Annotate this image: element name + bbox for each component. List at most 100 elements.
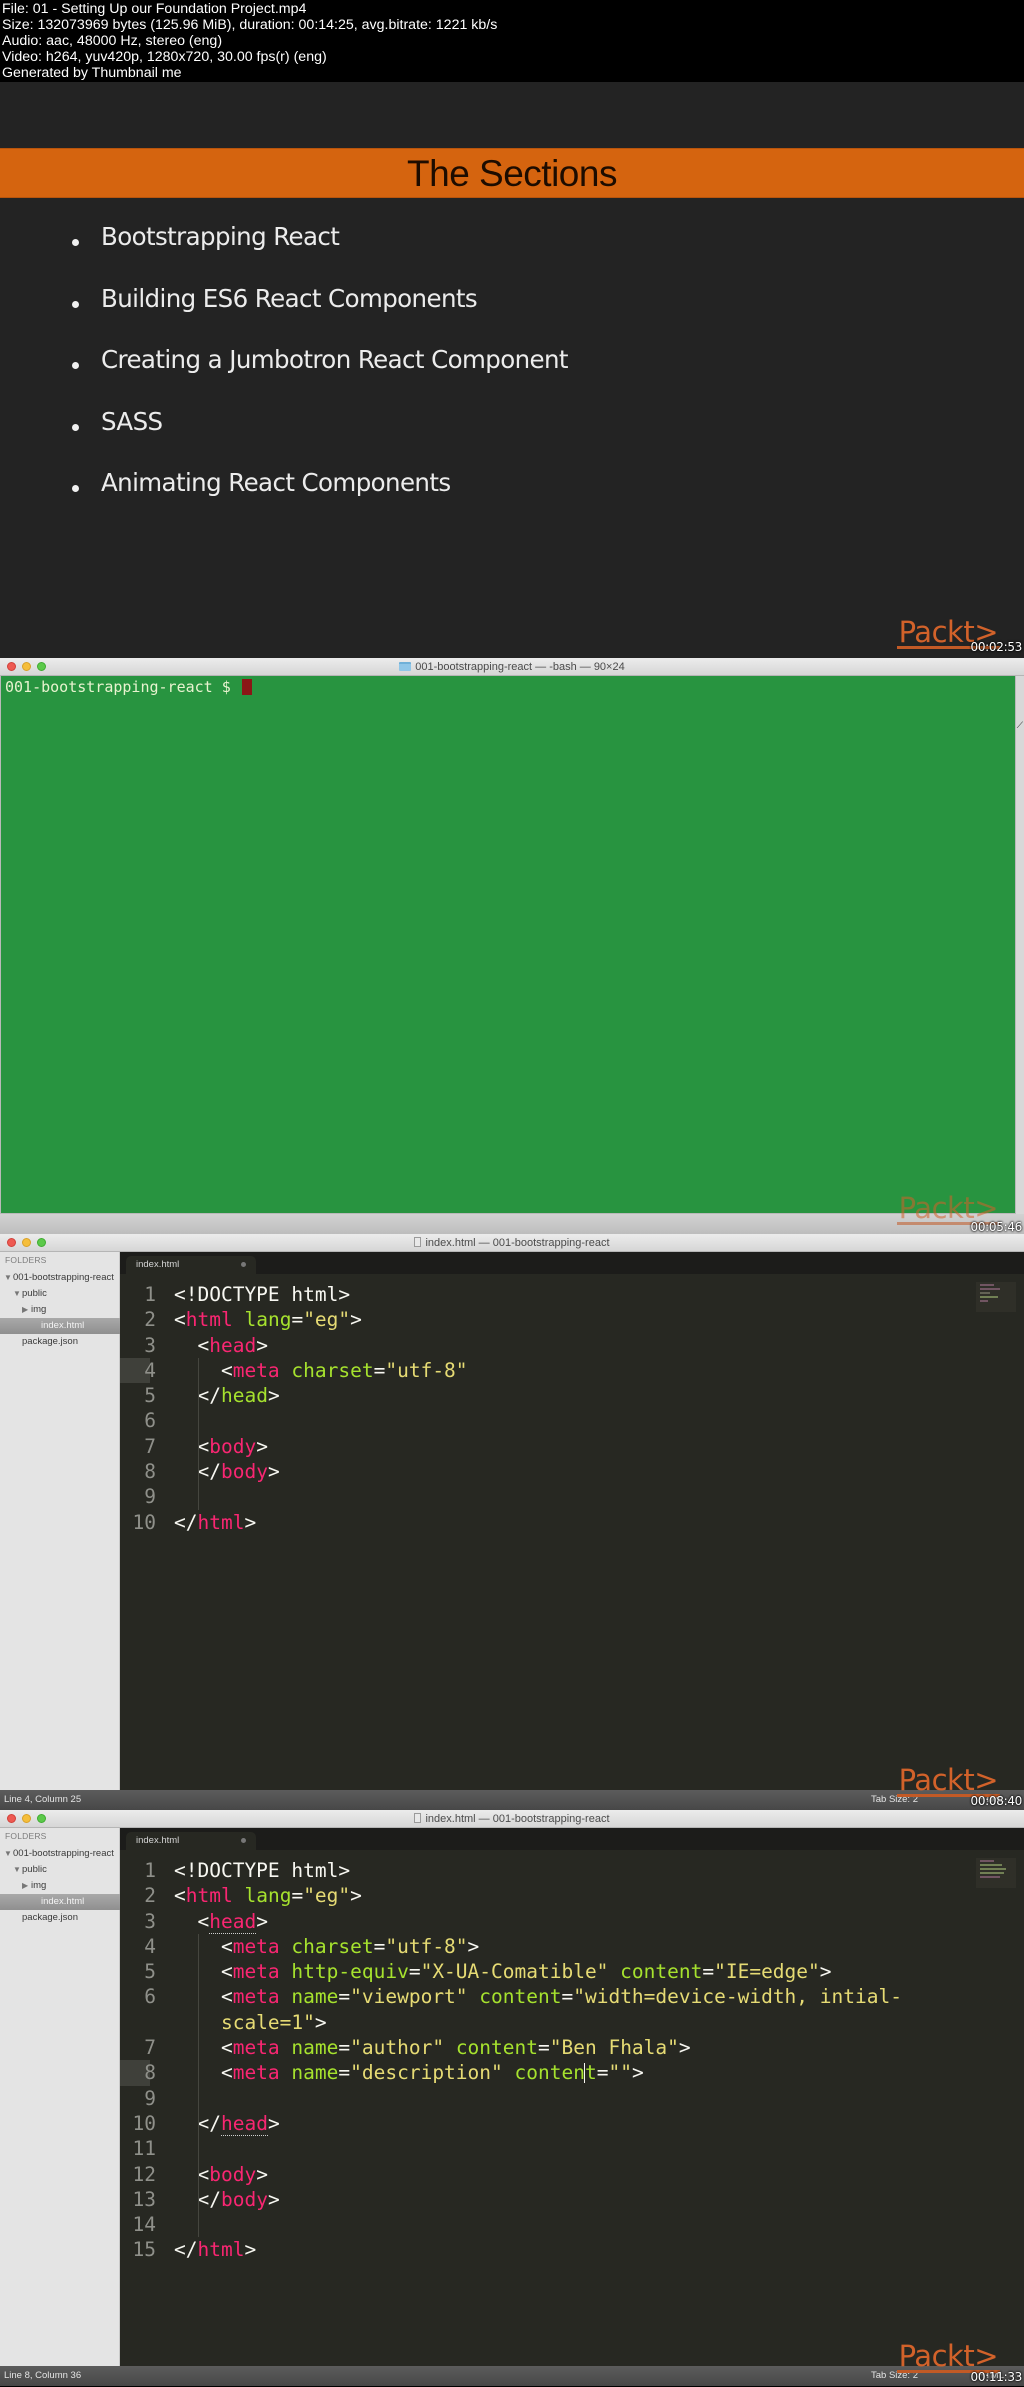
code-token: "eg" (303, 1884, 351, 1908)
sidebar-item[interactable]: index.html (0, 1894, 120, 1910)
code-token: meta (232, 1358, 280, 1382)
line-number: 14 (132, 2213, 156, 2237)
code-area[interactable]: 1 <!DOCTYPE html> 2 <html lang="eg"> 3 <head… (120, 1282, 980, 1535)
folders-header: FOLDERS (5, 1831, 47, 1841)
editor-tab-bar: index.html (120, 1828, 1024, 1850)
line-number: 2 (144, 1308, 156, 1332)
terminal-scrollbar[interactable] (1016, 676, 1024, 1214)
code-line[interactable]: 2 <html lang="eg"> (120, 1883, 980, 1908)
code-token: lang (244, 1884, 292, 1908)
minimap[interactable] (976, 1282, 1016, 1312)
code-token: > (267, 1384, 280, 1408)
disclosure-open-icon[interactable]: ▼ (13, 1286, 22, 1302)
code-line[interactable]: 6 <meta name="viewport" content="width=d… (120, 1984, 980, 2009)
sidebar-item[interactable]: ▼public (0, 1862, 120, 1878)
code-line[interactable]: 8 </body> (120, 1459, 980, 1484)
code-line[interactable]: 12 <body> (120, 2162, 980, 2187)
folders-sidebar: FOLDERS ▼001-bootstrapping-react ▼public ▶… (0, 1828, 120, 2366)
terminal-titlebar[interactable]: 001-bootstrapping-react — -bash — 90×24 (0, 658, 1024, 676)
disclosure-closed-icon[interactable]: ▶ (22, 1302, 31, 1318)
code-text: <html lang="eg"> (174, 1307, 362, 1332)
code-token: meta (232, 2036, 280, 2060)
code-line[interactable]: 1 <!DOCTYPE html> (120, 1858, 980, 1883)
line-number: 4 (144, 1358, 156, 1382)
code-token: > (631, 2061, 644, 2085)
sidebar-item[interactable]: ▼public (0, 1286, 120, 1302)
code-token: "description" (350, 2061, 503, 2085)
sidebar-item[interactable]: ▶ img (0, 1878, 120, 1894)
code-text: <html lang="eg"> (174, 1883, 362, 1908)
code-area[interactable]: 1 <!DOCTYPE html> 2 <html lang="eg"> 3 <head… (120, 1858, 980, 2263)
code-token: < (174, 1934, 233, 1958)
sidebar-item[interactable]: package.json (0, 1910, 120, 1926)
code-token: name (291, 2061, 339, 2085)
code-token: "X-UA-Comatible" (420, 1960, 609, 1984)
sidebar-item[interactable]: ▶ img (0, 1302, 120, 1318)
code-token: = (373, 1934, 386, 1958)
code-line[interactable]: 3 <head> (120, 1909, 980, 1934)
unsaved-dot-icon[interactable] (241, 1838, 246, 1843)
code-token: <!DOCTYPE html> (174, 1283, 351, 1306)
sidebar-item[interactable]: ▼001-bootstrapping-react (0, 1846, 120, 1862)
sidebar-item[interactable]: index.html (0, 1318, 120, 1334)
code-line[interactable]: scale=1"> (120, 2010, 980, 2035)
code-line[interactable]: 3 <head> (120, 1333, 980, 1358)
code-token: < (174, 2061, 233, 2085)
minimap[interactable] (976, 1858, 1016, 1888)
code-token: body (209, 2162, 257, 2186)
code-line[interactable]: 7 <body> (120, 1434, 980, 1459)
code-text: <meta charset="utf-8"> (174, 1934, 479, 1959)
code-line[interactable]: 14 (120, 2212, 980, 2237)
line-number: 15 (132, 2238, 156, 2262)
video-file-info: File: 01 - Setting Up our Foundation Pro… (0, 0, 1024, 82)
slide-title-bar: The Sections (0, 148, 1024, 198)
code-token: charset (291, 1934, 374, 1958)
editor-titlebar[interactable]: index.html — 001-bootstrapping-react (0, 1234, 1024, 1252)
code-line[interactable]: 1 <!DOCTYPE html> (120, 1282, 980, 1307)
code-line[interactable]: 9 (120, 1484, 980, 1509)
code-line[interactable]: 4 <meta charset="utf-8" (120, 1357, 980, 1384)
code-line[interactable]: 10 </head> (120, 2111, 980, 2136)
code-line[interactable]: 6 (120, 1408, 980, 1433)
disclosure-open-icon[interactable]: ▼ (4, 1846, 13, 1862)
code-token: "utf-8" (385, 1934, 468, 1958)
resize-handle-icon[interactable]: ⟋ (1017, 720, 1023, 731)
code-token: body (209, 1434, 257, 1458)
terminal-body[interactable]: 001-bootstrapping-react $ (0, 676, 1016, 1214)
tab-index-html[interactable]: index.html (126, 1256, 256, 1274)
code-line[interactable]: 9 (120, 2086, 980, 2111)
code-line[interactable]: 5 <meta http-equiv="X-UA-Comatible" cont… (120, 1959, 980, 1984)
code-token: content (479, 1985, 562, 2009)
code-line[interactable]: 10 </html> (120, 1510, 980, 1535)
unsaved-dot-icon[interactable] (241, 1262, 246, 1267)
code-token: = (373, 1358, 386, 1382)
sidebar-item[interactable]: package.json (0, 1334, 120, 1350)
code-token: > (819, 1960, 832, 1984)
tab-index-html[interactable]: index.html (126, 1832, 256, 1850)
line-number: 10 (132, 1510, 156, 1534)
code-line[interactable]: 8 <meta name="description" content=""> (120, 2060, 980, 2086)
code-editor[interactable]: index.html 1 <!DOCTYPE html> 2 <html lang="… (120, 1252, 1024, 1790)
code-line[interactable]: 7 <meta name="author" content="Ben Fhala… (120, 2035, 980, 2060)
code-line[interactable]: 13 </body> (120, 2187, 980, 2212)
frame-timestamp: 00:08:40 (970, 1794, 1023, 1808)
code-line[interactable]: 11 (120, 2136, 980, 2161)
editor-titlebar[interactable]: index.html — 001-bootstrapping-react (0, 1810, 1024, 1828)
disclosure-closed-icon[interactable]: ▶ (22, 1878, 31, 1894)
disclosure-open-icon[interactable]: ▼ (4, 1270, 13, 1286)
disclosure-open-icon[interactable]: ▼ (13, 1862, 22, 1878)
code-token: < (174, 1985, 233, 2009)
status-bar: Line 4, Column 25 Tab Size: 2 HTML (0, 1790, 1024, 1810)
code-line[interactable]: 15 </html> (120, 2237, 980, 2262)
code-line[interactable]: 5 </head> (120, 1383, 980, 1408)
sidebar-item[interactable]: ▼001-bootstrapping-react (0, 1270, 120, 1286)
code-token: < (174, 1960, 233, 1984)
code-text: <body> (174, 2162, 268, 2187)
code-token: = (291, 1308, 304, 1332)
code-line[interactable]: 2 <html lang="eg"> (120, 1307, 980, 1332)
code-token: > (256, 2162, 268, 2186)
code-editor[interactable]: index.html 1 <!DOCTYPE html> 2 <html lang="… (120, 1828, 1024, 2366)
code-line[interactable]: 4 <meta charset="utf-8"> (120, 1934, 980, 1959)
packt-logo: Packt> (896, 2339, 1000, 2373)
